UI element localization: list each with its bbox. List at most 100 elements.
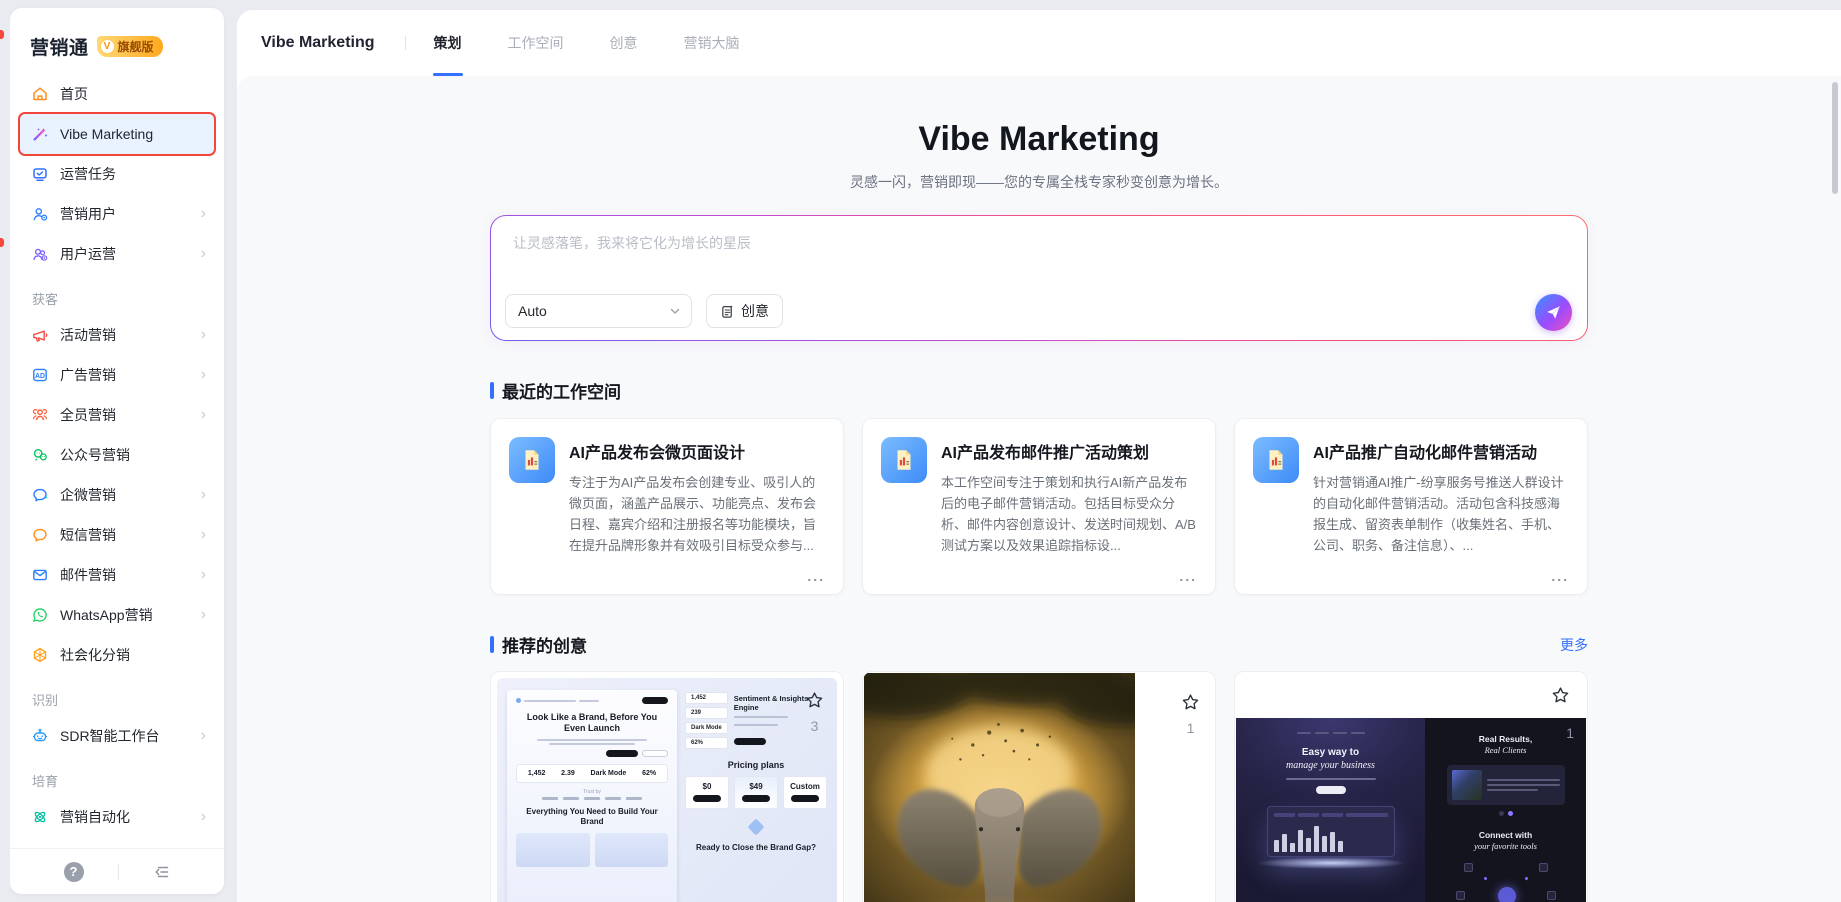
sidebar-item-wecom-marketing[interactable]: 企微营销 › <box>20 475 214 515</box>
plan-badge-label: 旗舰版 <box>117 40 154 54</box>
chevron-right-icon: › <box>200 727 206 744</box>
left-rail <box>0 0 10 902</box>
sidebar-item-marketing-users[interactable]: 营销用户 › <box>20 194 214 234</box>
sidebar-section-label: 识别 <box>32 693 59 708</box>
sidebar-item-label: 首页 <box>60 86 88 102</box>
sidebar-item-official-account-marketing[interactable]: 公众号营销 <box>20 435 214 475</box>
sidebar-item-label: 营销自动化 <box>60 809 130 825</box>
composer-toolbar: Auto 创意 <box>505 294 783 328</box>
sidebar-item-all-staff-marketing[interactable]: 全员营销 › <box>20 395 214 435</box>
mockup-left-page: Easy way to manage your business <box>1236 718 1425 902</box>
tab-workspace[interactable]: 工作空间 <box>508 10 564 76</box>
sidebar-item-label: SDR智能工作台 <box>60 728 160 744</box>
scrollbar[interactable] <box>1832 82 1838 194</box>
sidebar-item-label: 社会化分销 <box>60 647 130 663</box>
idea-button[interactable]: 创意 <box>706 294 783 328</box>
model-select[interactable]: Auto <box>505 294 692 328</box>
more-link[interactable]: 更多 <box>1560 635 1588 655</box>
tab-ideas[interactable]: 创意 <box>610 10 638 76</box>
chevron-right-icon: › <box>200 526 206 543</box>
sidebar-item-email-marketing[interactable]: 邮件营销 › <box>20 555 214 595</box>
workspace-doc-icon <box>881 437 927 483</box>
send-button[interactable] <box>1535 294 1572 331</box>
favorite-count: 3 <box>810 718 819 734</box>
ideas-heading: 推荐的创意 <box>502 637 587 656</box>
sidebar-item-label: WhatsApp营销 <box>60 607 153 623</box>
favorite-count: 1 <box>1186 720 1195 736</box>
testimonial-card <box>1446 764 1565 805</box>
idea-card-dark-landing[interactable]: 1 Easy way to manage your business Real … <box>1234 671 1588 902</box>
model-select-value: Auto <box>518 303 547 319</box>
sidebar-item-ad-marketing[interactable]: AD 广告营销 › <box>20 355 214 395</box>
sidebar-item-home[interactable]: 首页 <box>20 74 214 114</box>
prompt-input[interactable]: 让灵感落笔，我来将它化为增长的星辰 <box>491 216 1587 270</box>
mockup-right-page: Real Results, Real Clients Connect with … <box>1425 718 1586 902</box>
workspace-doc-icon <box>1253 437 1299 483</box>
wechat-icon <box>30 445 50 465</box>
sidebar-item-user-operation[interactable]: 用户运营 › <box>20 234 214 274</box>
more-options-icon[interactable]: ... <box>941 568 1197 584</box>
workspace-title: AI产品发布会微页面设计 <box>569 445 746 462</box>
sidebar-item-target-audience-operation[interactable]: 目标人群运营 <box>20 837 214 848</box>
medal-icon: V <box>99 39 115 54</box>
workspace-card[interactable]: AI产品发布会微页面设计 专注于为AI产品发布会创建专业、吸引人的微页面，涵盖产品… <box>490 418 844 595</box>
whatsapp-icon <box>30 605 50 625</box>
sidebar-item-whatsapp-marketing[interactable]: WhatsApp营销 › <box>20 595 214 635</box>
sidebar-section-label: 培育 <box>32 774 59 789</box>
sidebar-item-label: 用户运营 <box>60 246 116 262</box>
chevron-right-icon: › <box>200 566 206 583</box>
collapse-sidebar-icon[interactable] <box>153 863 171 881</box>
tab-marketing-brain[interactable]: 营销大脑 <box>684 10 740 76</box>
chevron-right-icon: › <box>200 326 206 343</box>
hero-subtitle: 灵感一闪，营销即现——您的专属全栈专家秒变创意为增长。 <box>850 174 1228 190</box>
app-logo: 营销通 <box>30 38 89 59</box>
favorite-star[interactable]: 1 <box>1180 692 1201 736</box>
sidebar-item-sms-marketing[interactable]: 短信营销 › <box>20 515 214 555</box>
sidebar-item-marketing-automation[interactable]: 营销自动化 › <box>20 797 214 837</box>
more-options-icon[interactable]: ... <box>569 568 825 584</box>
sidebar-item-label: Vibe Marketing <box>60 126 154 142</box>
workspace-description: 本工作空间专注于策划和执行AI新产品发布后的电子邮件营销活动。包括目标受众分析、… <box>941 475 1196 554</box>
idea-card-landing[interactable]: Look Like a Brand, Before You Even Launc… <box>490 671 844 902</box>
sms-bubble-icon <box>30 525 50 545</box>
page-title: Vibe Marketing <box>261 34 375 51</box>
sidebar-section-label: 获客 <box>32 292 59 307</box>
logo-row: 营销通 V 旗舰版 <box>10 8 224 68</box>
sidebar-item-event-marketing[interactable]: 活动营销 › <box>20 315 214 355</box>
sidebar-item-sdr-workbench[interactable]: SDR智能工作台 › <box>20 716 214 756</box>
workspace-description: 针对营销通AI推广-纷享服务号推送人群设计的自动化邮件营销活动。活动包含科技感海… <box>1313 475 1564 554</box>
more-options-icon[interactable]: ... <box>1313 568 1569 584</box>
favorite-star[interactable] <box>1550 685 1571 711</box>
chevron-right-icon: › <box>200 486 206 503</box>
chevron-right-icon: › <box>200 808 206 825</box>
content-area: Vibe Marketing 灵感一闪，营销即现——您的专属全栈专家秒变创意为增… <box>237 76 1841 902</box>
svg-text:AD: AD <box>35 373 45 380</box>
paper-plane-icon <box>1547 306 1560 319</box>
title-divider <box>404 36 406 50</box>
dashboard-mock <box>1266 806 1395 857</box>
idea-card-photo[interactable]: 1 <box>862 671 1216 902</box>
workspace-card[interactable]: AI产品发布邮件推广活动策划 本工作空间专注于策划和执行AI新产品发布后的电子邮件… <box>862 418 1216 595</box>
chevron-right-icon: › <box>200 366 206 383</box>
heading-accent-bar <box>490 636 494 653</box>
sidebar-item-operation-tasks[interactable]: 运营任务 <box>20 154 214 194</box>
idea-button-label: 创意 <box>741 303 769 319</box>
star-icon <box>806 692 823 708</box>
diamond-icon <box>747 818 765 836</box>
workspace-card[interactable]: AI产品推广自动化邮件营销活动针对营销通AI推广-纷享服务号推送人群设计的自动化… <box>1234 418 1588 595</box>
favorite-star[interactable]: 3 <box>804 690 825 734</box>
atom-icon <box>30 807 50 827</box>
sidebar-item-vibe-marketing[interactable]: Vibe Marketing <box>20 114 214 154</box>
sidebar-item-label: 公众号营销 <box>60 447 130 463</box>
chevron-down-icon <box>670 308 680 314</box>
user-group-icon <box>30 244 50 264</box>
megaphone-icon <box>30 325 50 345</box>
help-icon[interactable]: ? <box>63 861 84 882</box>
workspace-title: AI产品推广自动化邮件营销活动 <box>1313 445 1538 462</box>
notification-dot <box>0 30 4 39</box>
tab-planning[interactable]: 策划 <box>434 10 462 76</box>
hexagon-network-icon <box>30 645 50 665</box>
chevron-right-icon: › <box>200 606 206 623</box>
sidebar-item-social-distribution[interactable]: 社会化分销 <box>20 635 214 675</box>
landing-mockup-image: Look Like a Brand, Before You Even Launc… <box>497 678 837 902</box>
